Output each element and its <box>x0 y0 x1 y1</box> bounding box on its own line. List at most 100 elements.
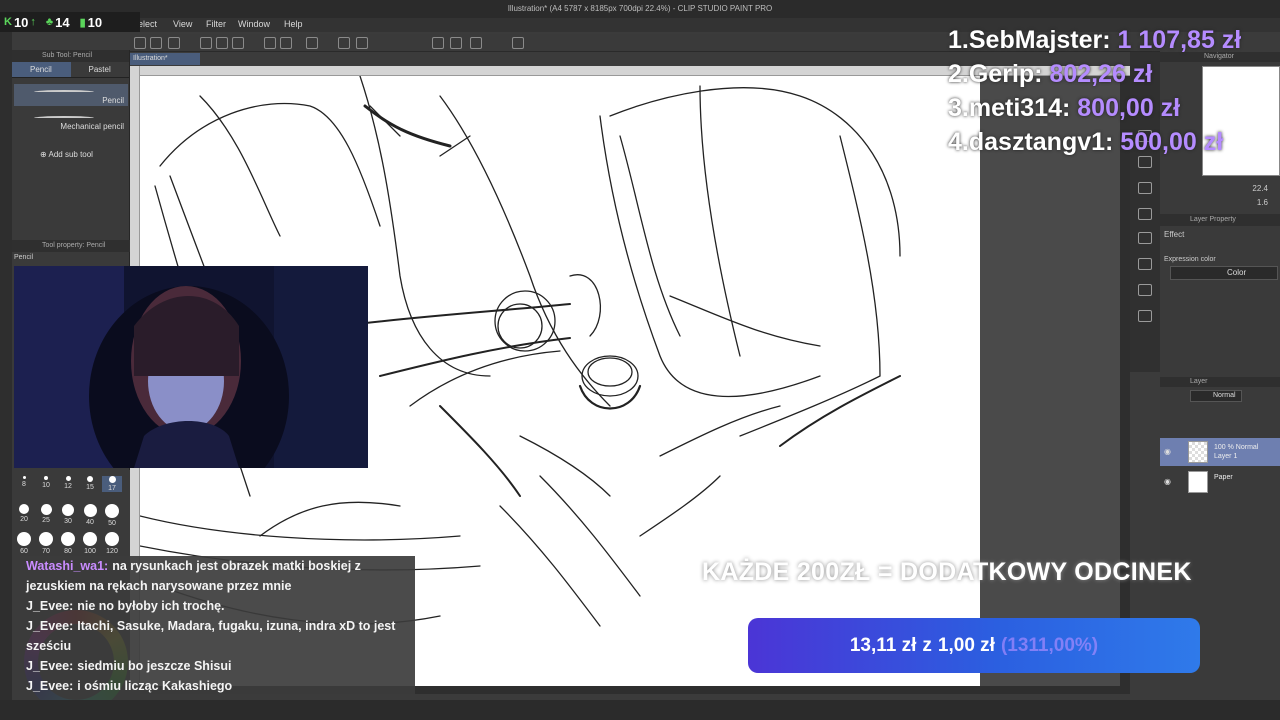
brush-size-80[interactable]: 80 <box>58 532 78 555</box>
arrow-up-icon: ↑ <box>30 16 36 28</box>
menu-icon[interactable] <box>134 37 146 49</box>
donor-name: dasztangv1: <box>968 128 1114 156</box>
title-bar: Illustration* (A4 5787 x 8185px 700dpi 2… <box>0 0 1280 18</box>
donation-amount: 800,00 zł <box>1077 94 1181 122</box>
donation-amount: 1 107,85 zł <box>1117 26 1242 54</box>
fill-icon[interactable] <box>338 37 350 49</box>
brush-size-15[interactable]: 15 <box>80 476 100 491</box>
leaderboard-row: 1.SebMajster: 1 107,85 zł <box>948 26 1280 60</box>
brush-size-30[interactable]: 30 <box>58 504 78 525</box>
menu-view[interactable]: View <box>173 19 192 29</box>
blend-mode-select[interactable]: Normal <box>1190 390 1242 402</box>
layer-row-layer-1[interactable]: ◉ 100 % Normal Layer 1 <box>1160 438 1280 466</box>
chat-message: J_Evee: Itachi, Sasuke, Madara, fugaku, i… <box>26 616 409 656</box>
menu-filter[interactable]: Filter <box>206 19 226 29</box>
chat-text: siedmiu bo jeszcze Shisui <box>77 659 232 673</box>
brush-pencil[interactable]: Pencil <box>14 84 128 106</box>
brush-size-label: 100 <box>84 548 96 555</box>
zoom-value[interactable]: 22.4 <box>1160 184 1280 196</box>
goal-current: 13,11 zł <box>849 634 917 656</box>
tab-pencil[interactable]: Pencil <box>12 62 71 77</box>
brush-mechanical-pencil[interactable]: Mechanical pencil <box>14 110 128 132</box>
donation-leaderboard: 1.SebMajster: 1 107,85 zł 2.Gerip: 802,2… <box>948 26 1280 162</box>
undo-icon[interactable] <box>264 37 276 49</box>
tool-strip <box>0 32 12 720</box>
leaderboard-row: 2.Gerip: 802,26 zł <box>948 60 1280 94</box>
chat-user: Watashi_wa1: <box>26 559 109 573</box>
share-icon[interactable] <box>512 37 524 49</box>
save-icon[interactable] <box>232 37 244 49</box>
goal-percent: (1311,00%) <box>1000 634 1099 656</box>
crop-icon[interactable] <box>356 37 368 49</box>
settings-icon[interactable] <box>168 37 180 49</box>
material-icon[interactable] <box>1138 182 1152 194</box>
chat-message: Watashi_wa1: na rysunkach jest obrazek ma… <box>26 556 409 596</box>
tool-property-tab[interactable]: Pencil <box>14 254 33 261</box>
menu-select[interactable]: elect <box>138 19 157 29</box>
donation-goal-bar: 13,11 zł z 1,00 zł (1311,00%) <box>748 618 1200 673</box>
brush-size-label: 20 <box>20 516 28 523</box>
open-file-icon[interactable] <box>216 37 228 49</box>
redo-icon[interactable] <box>280 37 292 49</box>
sub-icon: ▮ <box>79 16 86 29</box>
brush-size-label: 15 <box>86 484 94 491</box>
brush-size-60[interactable]: 60 <box>14 532 34 555</box>
info-icon[interactable] <box>1138 284 1152 296</box>
brush-size-70[interactable]: 70 <box>36 532 56 555</box>
brush-size-label: 60 <box>20 548 28 555</box>
subs-stat: ▮ 10 <box>80 15 103 30</box>
donor-name: Gerip: <box>968 60 1043 88</box>
tab-pastel[interactable]: Pastel <box>71 62 130 77</box>
expression-color-select[interactable]: Color <box>1170 266 1278 280</box>
brush-size-120[interactable]: 120 <box>102 532 122 555</box>
brush-size-100[interactable]: 100 <box>80 532 100 555</box>
brush-size-8[interactable]: 8 <box>14 476 34 488</box>
snap-grid-icon[interactable] <box>450 37 462 49</box>
brush-size-label: 40 <box>86 519 94 526</box>
brush-size-10[interactable]: 10 <box>36 476 56 489</box>
brush-size-17[interactable]: 17 <box>102 476 122 492</box>
menu-window[interactable]: Window <box>238 19 270 29</box>
goal-target: 1,00 zł <box>937 634 995 656</box>
vertical-scrollbar[interactable] <box>1120 76 1130 686</box>
canvas-tab[interactable]: Illustration* <box>130 53 200 65</box>
layer-name: Layer 1 <box>1214 453 1238 460</box>
stroke-preview-icon <box>34 116 94 120</box>
menu-help[interactable]: Help <box>284 19 303 29</box>
chat-overlay: Watashi_wa1: na rysunkach jest obrazek ma… <box>20 556 415 700</box>
follower-icon: K <box>4 16 12 28</box>
brush-size-label: 50 <box>108 520 116 527</box>
history-icon[interactable] <box>1138 258 1152 270</box>
brush-size-12[interactable]: 12 <box>58 476 78 490</box>
layer-property-title: Layer Property <box>1160 214 1280 226</box>
status-bar <box>0 700 1280 720</box>
rotation-value[interactable]: 1.6 <box>1160 198 1280 210</box>
new-file-icon[interactable] <box>200 37 212 49</box>
chat-message: J_Evee: i ośmiu licząc Kakashiego <box>26 676 409 696</box>
chat-text: i ośmiu licząc Kakashiego <box>77 679 233 693</box>
layer-row-paper[interactable]: ◉ Paper <box>1160 468 1280 496</box>
stroke-preview-icon <box>34 90 94 94</box>
image-icon[interactable] <box>1138 232 1152 244</box>
add-sub-tool-button[interactable]: ⊕ Add sub tool <box>40 150 93 159</box>
ruler-icon[interactable] <box>470 37 482 49</box>
brush-size-25[interactable]: 25 <box>36 504 56 524</box>
brush-size-50[interactable]: 50 <box>102 504 122 527</box>
timeline-icon[interactable] <box>1138 310 1152 322</box>
brush-pencil-label: Pencil <box>102 96 124 105</box>
likes-count: 14 <box>55 14 70 30</box>
brush-size-label: 25 <box>42 517 50 524</box>
snap-ruler-icon[interactable] <box>432 37 444 49</box>
rank: 4. <box>948 128 969 156</box>
layer-name: Paper <box>1214 474 1233 481</box>
eye-icon[interactable]: ◉ <box>1164 477 1171 486</box>
donor-name: meti314: <box>968 94 1071 122</box>
fit-icon[interactable] <box>150 37 162 49</box>
brush-size-20[interactable]: 20 <box>14 504 34 523</box>
eye-icon[interactable]: ◉ <box>1164 447 1171 456</box>
clear-icon[interactable] <box>306 37 318 49</box>
brush-size-label: 120 <box>106 548 118 555</box>
brush-size-40[interactable]: 40 <box>80 504 100 526</box>
brush-size-label: 10 <box>42 482 50 489</box>
search-icon[interactable] <box>1138 208 1152 220</box>
